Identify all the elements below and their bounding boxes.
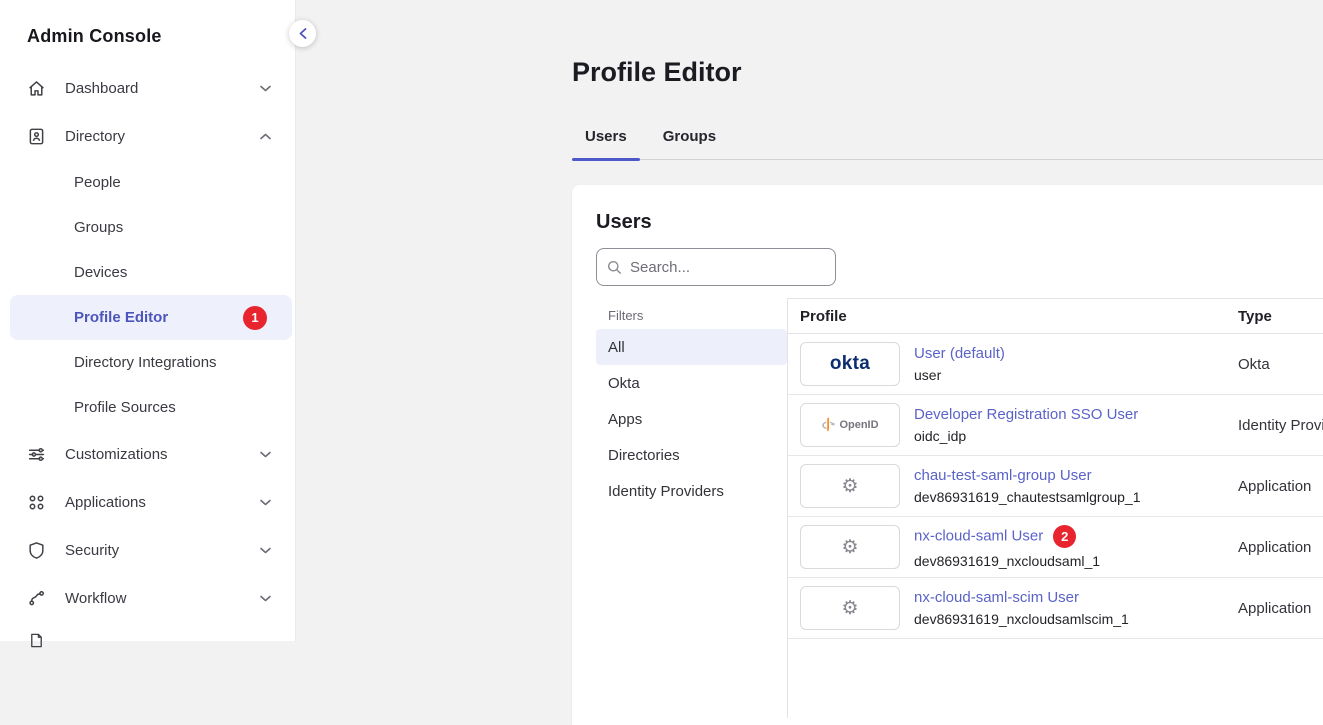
panel-body: Filters All Okta Apps Directories Identi…: [596, 298, 1323, 718]
profile-subtext: user: [914, 367, 1005, 383]
customizations-icon: [27, 445, 46, 464]
filters-label: Filters: [596, 300, 787, 329]
sidebar-subitem-label: Devices: [74, 264, 127, 281]
profile-subtext: dev86931619_nxcloudsamlscim_1: [914, 611, 1129, 627]
app-title: Admin Console: [27, 26, 295, 47]
search-icon: [607, 260, 622, 275]
profile-link[interactable]: nx-cloud-saml-scim User: [914, 589, 1129, 606]
profile-type: Okta: [1238, 356, 1270, 373]
profile-link[interactable]: chau-test-saml-group User: [914, 467, 1141, 484]
chevron-down-icon: [260, 451, 271, 458]
home-icon: [27, 79, 46, 98]
chevron-down-icon: [260, 595, 271, 602]
sidebar-item-label: Security: [65, 542, 119, 559]
chevron-left-icon: [299, 28, 307, 39]
profiles-table: Profile Type okta User (default) user: [787, 298, 1323, 718]
profile-subtext: dev86931619_nxcloudsaml_1: [914, 553, 1100, 569]
sidebar-collapse-button[interactable]: [289, 20, 316, 47]
filter-okta[interactable]: Okta: [596, 365, 787, 401]
table-row[interactable]: okta User (default) user Okta: [788, 334, 1323, 395]
main-content: Profile Editor Users Groups Users Filter…: [297, 0, 1323, 641]
sidebar-item-label: Customizations: [65, 446, 168, 463]
profile-subtext: dev86931619_chautestsamlgroup_1: [914, 489, 1141, 505]
filter-all[interactable]: All: [596, 329, 787, 365]
applications-icon: [27, 493, 46, 512]
app-logo-placeholder: ⚙: [800, 464, 900, 508]
panel-heading: Users: [596, 211, 1323, 234]
chevron-down-icon: [260, 499, 271, 506]
openid-icon: [821, 417, 835, 433]
sidebar-subitem-label: People: [74, 174, 121, 191]
sidebar-subitem-label: Directory Integrations: [74, 354, 217, 371]
sidebar-item-label: Applications: [65, 494, 146, 511]
sidebar-item-people[interactable]: People: [0, 160, 295, 205]
workflow-icon: [27, 589, 46, 608]
users-panel: Users Filters All Okta Apps Directories …: [572, 185, 1323, 725]
sidebar-item-profile-sources[interactable]: Profile Sources: [0, 385, 295, 430]
annotation-badge-2: 2: [1053, 525, 1076, 548]
profile-subtext: oidc_idp: [914, 428, 1138, 444]
reports-icon: [28, 632, 45, 654]
sidebar-item-applications[interactable]: Applications: [0, 478, 295, 526]
column-header-type: Type: [1238, 308, 1272, 325]
shield-icon: [27, 541, 46, 560]
tab-groups[interactable]: Groups: [650, 118, 729, 159]
chevron-down-icon: [260, 85, 271, 92]
filters-panel: Filters All Okta Apps Directories Identi…: [596, 298, 787, 718]
sidebar-item-dashboard[interactable]: Dashboard: [0, 64, 295, 112]
okta-logo: okta: [800, 342, 900, 386]
sidebar-item-devices[interactable]: Devices: [0, 250, 295, 295]
gear-icon: ⚙: [841, 599, 858, 618]
gear-icon: ⚙: [841, 477, 858, 496]
sidebar-item-groups[interactable]: Groups: [0, 205, 295, 250]
profile-type: Application: [1238, 478, 1311, 495]
annotation-badge-1: 1: [243, 306, 267, 330]
sidebar-item-directory-integrations[interactable]: Directory Integrations: [0, 340, 295, 385]
search-input[interactable]: [630, 259, 825, 276]
filter-apps[interactable]: Apps: [596, 401, 787, 437]
filter-identity-providers[interactable]: Identity Providers: [596, 473, 787, 509]
sidebar: Admin Console Dashboard Directory People…: [0, 0, 296, 641]
openid-logo: OpenID: [800, 403, 900, 447]
tab-bar: Users Groups: [572, 118, 1323, 160]
sidebar-subitem-label: Profile Sources: [74, 399, 176, 416]
profile-type: Application: [1238, 600, 1311, 617]
page-title: Profile Editor: [572, 57, 742, 88]
profile-type: Application: [1238, 539, 1311, 556]
gear-icon: ⚙: [841, 538, 858, 557]
sidebar-item-label: Directory: [65, 128, 125, 145]
app-logo-placeholder: ⚙: [800, 525, 900, 569]
profile-link[interactable]: User (default): [914, 345, 1005, 362]
directory-icon: [27, 127, 46, 146]
sidebar-nav: Dashboard Directory People Groups Device…: [0, 64, 295, 622]
filter-directories[interactable]: Directories: [596, 437, 787, 473]
profile-type: Identity Provider: [1238, 417, 1323, 434]
sidebar-item-security[interactable]: Security: [0, 526, 295, 574]
chevron-up-icon: [260, 133, 271, 140]
sidebar-item-workflow[interactable]: Workflow: [0, 574, 295, 622]
chevron-down-icon: [260, 547, 271, 554]
table-header: Profile Type: [788, 299, 1323, 334]
app-logo-placeholder: ⚙: [800, 586, 900, 630]
sidebar-subitem-label: Groups: [74, 219, 123, 236]
table-row[interactable]: OpenID Developer Registration SSO User o…: [788, 395, 1323, 456]
sidebar-subitem-label: Profile Editor: [74, 309, 168, 326]
sidebar-item-label: Workflow: [65, 590, 126, 607]
tab-users[interactable]: Users: [572, 118, 640, 159]
profile-link[interactable]: Developer Registration SSO User: [914, 406, 1138, 423]
table-row[interactable]: ⚙ nx-cloud-saml-scim User dev86931619_nx…: [788, 578, 1323, 639]
sidebar-item-profile-editor[interactable]: Profile Editor 1: [10, 295, 292, 340]
search-box: [596, 248, 836, 286]
profile-link[interactable]: nx-cloud-saml User: [914, 528, 1043, 545]
column-header-profile: Profile: [788, 308, 1238, 325]
sidebar-item-directory[interactable]: Directory: [0, 112, 295, 160]
sidebar-item-label: Dashboard: [65, 80, 138, 97]
table-row[interactable]: ⚙ nx-cloud-saml User 2 dev86931619_nxclou…: [788, 517, 1323, 578]
sidebar-item-customizations[interactable]: Customizations: [0, 430, 295, 478]
table-row[interactable]: ⚙ chau-test-saml-group User dev86931619_…: [788, 456, 1323, 517]
